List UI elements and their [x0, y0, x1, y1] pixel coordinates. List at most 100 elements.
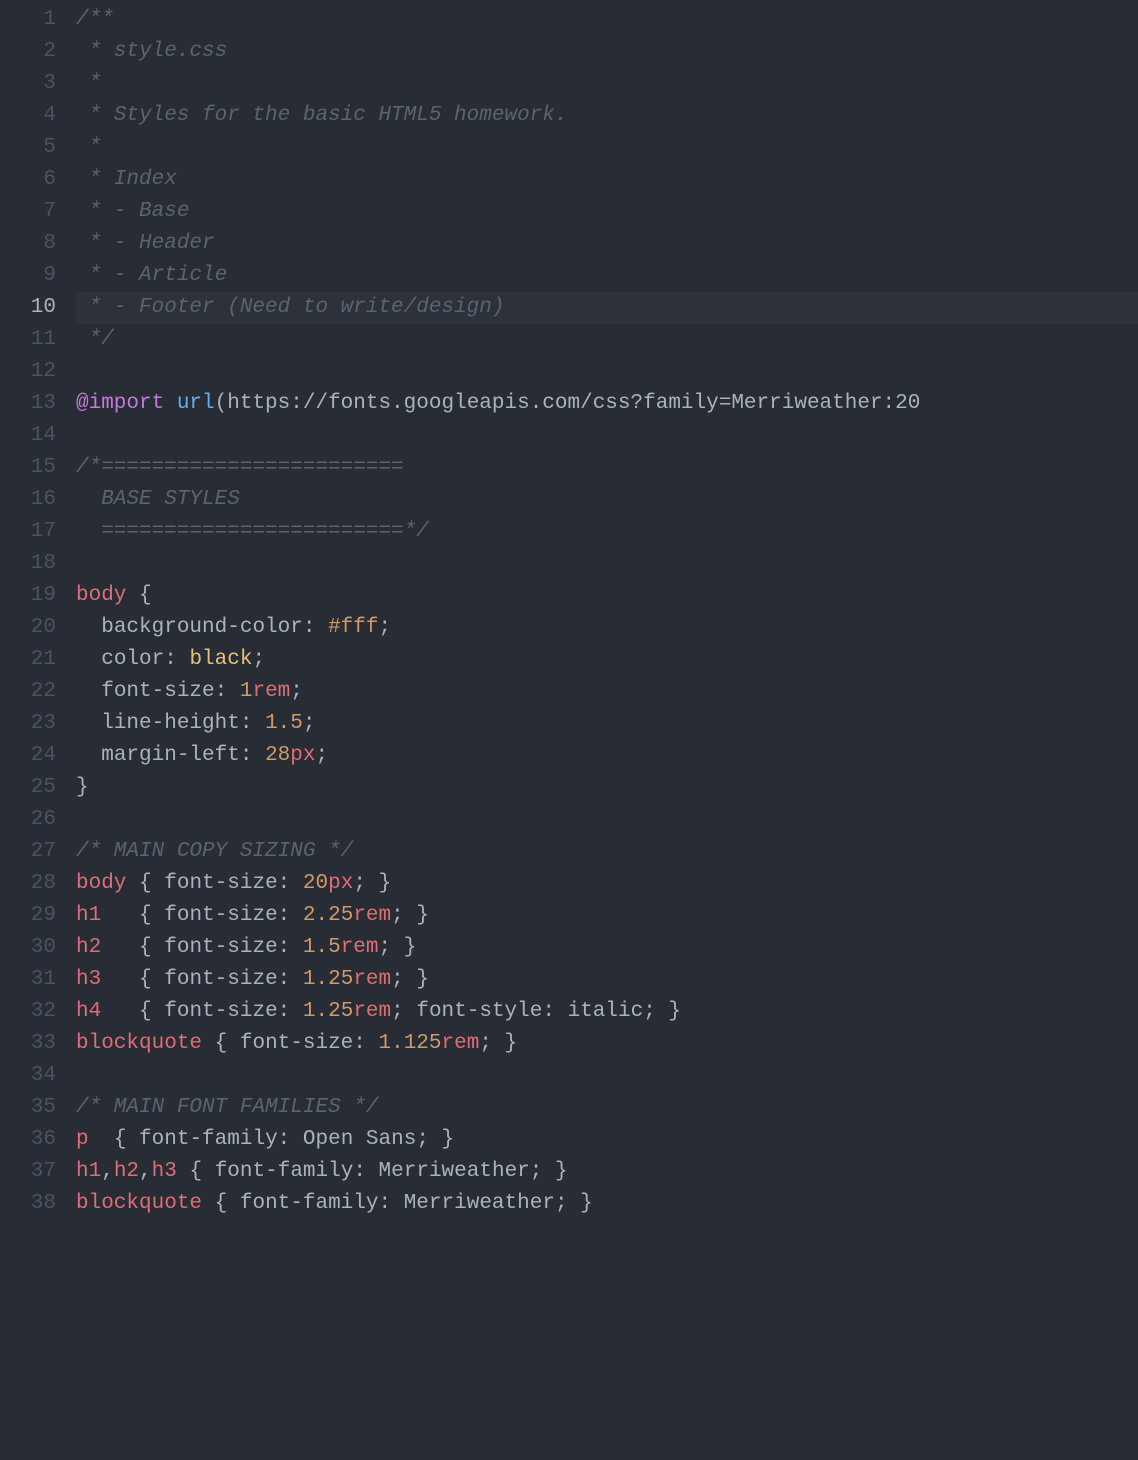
line-number: 38 [0, 1188, 56, 1220]
code-line[interactable]: * - Article [76, 260, 1138, 292]
token-default [76, 712, 101, 735]
code-line[interactable]: /* MAIN COPY SIZING */ [76, 836, 1138, 868]
token-punc: : [278, 968, 303, 991]
token-default [126, 584, 139, 607]
token-punc: ; } [391, 904, 429, 927]
token-number: 1.125 [379, 1032, 442, 1055]
line-number: 30 [0, 932, 56, 964]
code-line[interactable]: blockquote { font-family: Merriweather; … [76, 1188, 1138, 1220]
token-property: font-size [164, 936, 277, 959]
token-number: 2.25 [303, 904, 353, 927]
code-line[interactable]: BASE STYLES [76, 484, 1138, 516]
code-line[interactable]: h4 { font-size: 1.25rem; font-style: ita… [76, 996, 1138, 1028]
code-line[interactable]: /* MAIN FONT FAMILIES */ [76, 1092, 1138, 1124]
code-line[interactable] [76, 804, 1138, 836]
line-number: 27 [0, 836, 56, 868]
code-line[interactable]: /*======================== [76, 452, 1138, 484]
token-unit: rem [353, 968, 391, 991]
token-property: font-family [240, 1192, 379, 1215]
code-line[interactable]: ========================*/ [76, 516, 1138, 548]
token-punc: : [240, 712, 265, 735]
line-number: 21 [0, 644, 56, 676]
token-property: background-color [101, 616, 303, 639]
code-line[interactable]: h1 { font-size: 2.25rem; } [76, 900, 1138, 932]
code-line[interactable]: body { [76, 580, 1138, 612]
token-default [76, 616, 101, 639]
code-line[interactable]: color: black; [76, 644, 1138, 676]
code-line[interactable]: * - Header [76, 228, 1138, 260]
token-default [126, 1128, 139, 1151]
code-line[interactable]: } [76, 772, 1138, 804]
token-property: font-size [240, 1032, 353, 1055]
code-line[interactable]: /** [76, 4, 1138, 36]
token-punc: : [164, 648, 189, 671]
line-number: 25 [0, 772, 56, 804]
code-line[interactable] [76, 1060, 1138, 1092]
token-number: 20 [303, 872, 328, 895]
line-number: 7 [0, 196, 56, 228]
token-property: font-size [164, 1000, 277, 1023]
code-line[interactable]: * - Footer (Need to write/design) [76, 292, 1138, 324]
token-comment: BASE STYLES [76, 488, 240, 511]
code-line[interactable]: */ [76, 324, 1138, 356]
code-line[interactable]: p { font-family: Open Sans; } [76, 1124, 1138, 1156]
token-property: color [101, 648, 164, 671]
code-line[interactable] [76, 420, 1138, 452]
token-default [227, 1192, 240, 1215]
code-line[interactable]: h2 { font-size: 1.5rem; } [76, 932, 1138, 964]
token-keyword: @import [76, 392, 164, 415]
line-number: 36 [0, 1124, 56, 1156]
code-line[interactable]: margin-left: 28px; [76, 740, 1138, 772]
token-punc: , [101, 1160, 114, 1183]
token-punc: ; } [643, 1000, 681, 1023]
token-number: 1.25 [303, 1000, 353, 1023]
code-line[interactable]: line-height: 1.5; [76, 708, 1138, 740]
code-line[interactable]: * Styles for the basic HTML5 homework. [76, 100, 1138, 132]
token-default [76, 680, 101, 703]
code-line[interactable]: body { font-size: 20px; } [76, 868, 1138, 900]
code-line[interactable]: @import url(https://fonts.googleapis.com… [76, 388, 1138, 420]
code-content[interactable]: /** * style.css * * Styles for the basic… [76, 0, 1138, 1460]
code-line[interactable]: blockquote { font-size: 1.125rem; } [76, 1028, 1138, 1060]
token-default [202, 1160, 215, 1183]
line-number: 35 [0, 1092, 56, 1124]
code-line[interactable]: background-color: #fff; [76, 612, 1138, 644]
line-number: 20 [0, 612, 56, 644]
token-punc: ; [252, 648, 265, 671]
token-punc: ; } [479, 1032, 517, 1055]
token-comment: * Index [76, 168, 177, 191]
token-punc: ; } [416, 1128, 454, 1151]
line-number: 14 [0, 420, 56, 452]
token-builtin: black [189, 648, 252, 671]
line-number: 11 [0, 324, 56, 356]
token-comment: * - Article [76, 264, 227, 287]
code-line[interactable]: h3 { font-size: 1.25rem; } [76, 964, 1138, 996]
code-line[interactable]: * [76, 68, 1138, 100]
token-number: 1.5 [303, 936, 341, 959]
token-default [202, 1192, 215, 1215]
code-editor[interactable]: 1234567891011121314151617181920212223242… [0, 0, 1138, 1460]
line-number: 18 [0, 548, 56, 580]
line-number: 2 [0, 36, 56, 68]
code-line[interactable]: * Index [76, 164, 1138, 196]
token-punc: { [139, 584, 152, 607]
token-punc: : [278, 904, 303, 927]
code-line[interactable]: * [76, 132, 1138, 164]
token-property: font-family [215, 1160, 354, 1183]
line-number: 10 [0, 292, 56, 324]
code-line[interactable]: * - Base [76, 196, 1138, 228]
token-punc: : [278, 1128, 303, 1151]
code-line[interactable] [76, 548, 1138, 580]
code-line[interactable]: * style.css [76, 36, 1138, 68]
token-comment: * Styles for the basic HTML5 homework. [76, 104, 567, 127]
line-number: 23 [0, 708, 56, 740]
token-selector: h4 [76, 1000, 101, 1023]
token-punc: { [215, 1192, 228, 1215]
token-unit: rem [353, 904, 391, 927]
code-line[interactable] [76, 356, 1138, 388]
token-default: Merriweather [404, 1192, 555, 1215]
code-line[interactable]: h1,h2,h3 { font-family: Merriweather; } [76, 1156, 1138, 1188]
token-punc: { [139, 936, 152, 959]
code-line[interactable]: font-size: 1rem; [76, 676, 1138, 708]
token-property: font-family [139, 1128, 278, 1151]
